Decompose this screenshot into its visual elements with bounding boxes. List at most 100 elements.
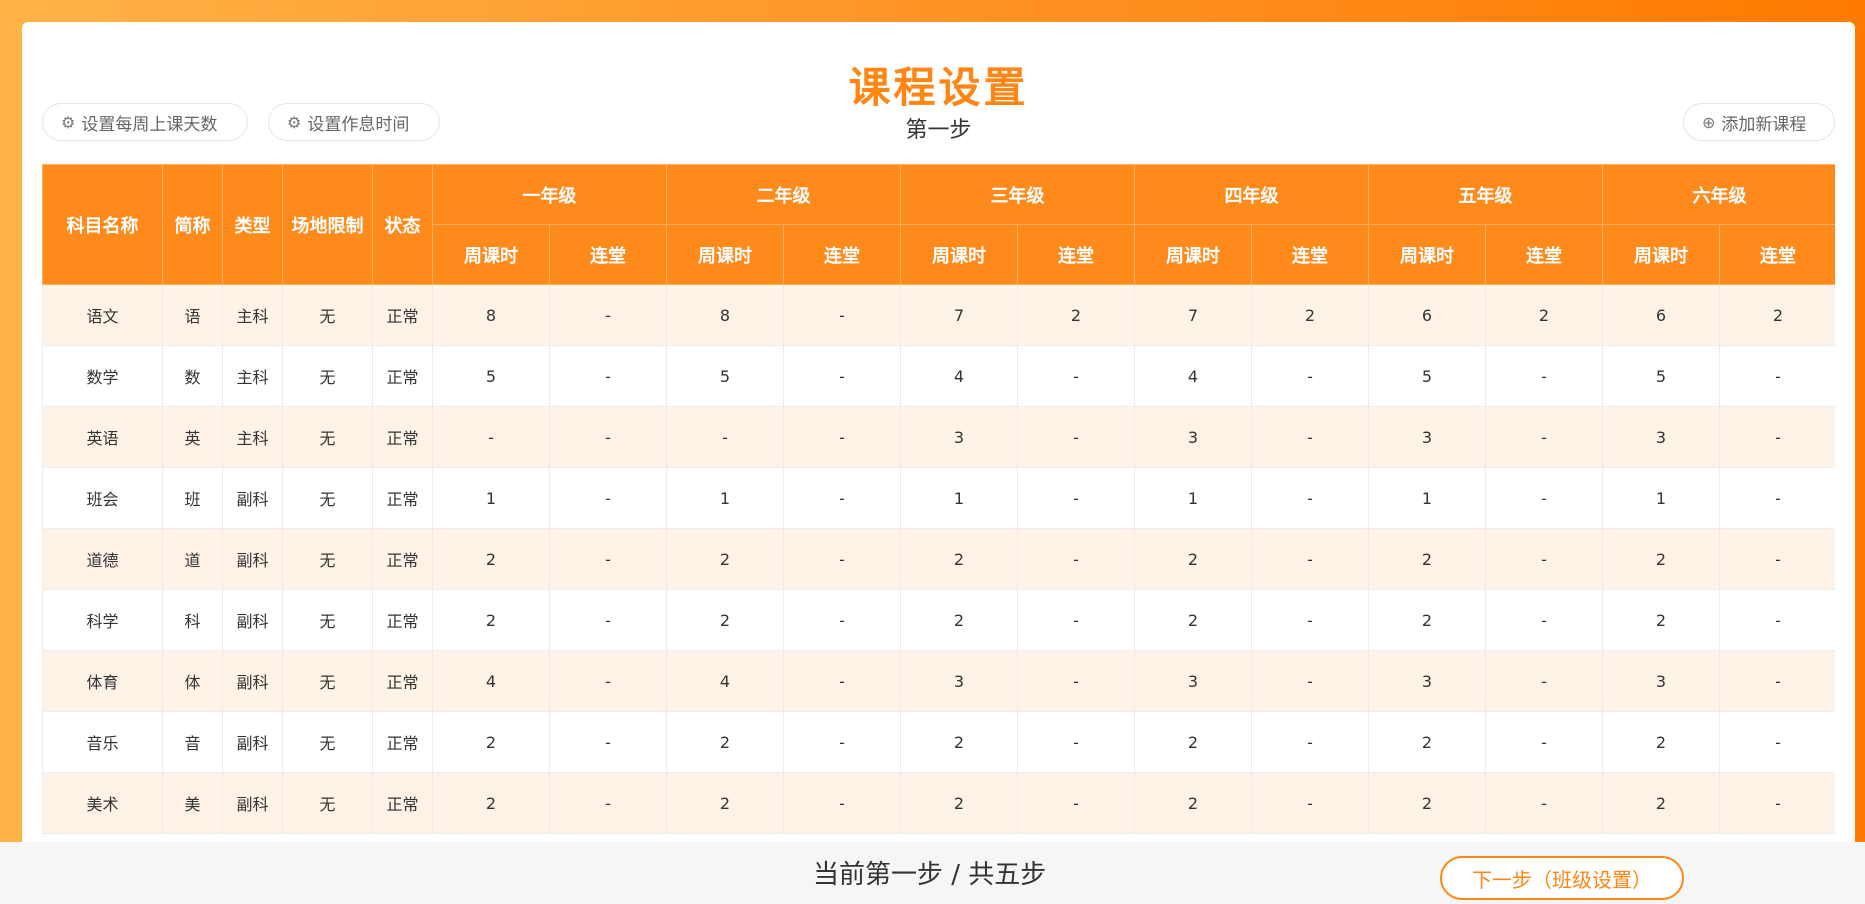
table-cell: 正常 [372, 589, 433, 651]
table-cell: 体育 [42, 650, 163, 712]
table-cell: - [1017, 772, 1135, 834]
table-cell: 6 [1602, 284, 1720, 346]
add-course-label: 添加新课程 [1721, 114, 1807, 135]
table-cell: 1 [1368, 467, 1486, 529]
table-cell: 正常 [372, 284, 433, 346]
table-cell: 主科 [222, 345, 283, 407]
table-cell: 美 [162, 772, 223, 834]
table-row[interactable]: 数学数主科无正常 5-5-4-4-5-5- [42, 345, 1835, 407]
table-cell: - [1251, 711, 1369, 773]
table-cell: - [1485, 772, 1603, 834]
table-cell: - [783, 345, 901, 407]
table-cell: 1 [666, 467, 784, 529]
grade-header: 五年级 [1368, 164, 1603, 225]
table-cell: 1 [1134, 467, 1252, 529]
table-cell: - [1485, 711, 1603, 773]
consecutive-header: 连堂 [1251, 224, 1369, 285]
gear-icon: ⚙ [287, 112, 302, 132]
table-row[interactable]: 道德道副科无正常 2-2-2-2-2-2- [42, 528, 1835, 590]
table-cell: 5 [1368, 345, 1486, 407]
weekly-hours-header: 周课时 [1368, 224, 1486, 285]
consecutive-header: 连堂 [783, 224, 901, 285]
table-cell: - [1017, 650, 1135, 712]
table-cell: - [1719, 711, 1835, 773]
consecutive-header: 连堂 [549, 224, 667, 285]
step-indicator: 当前第一步 / 共五步 [813, 860, 1047, 890]
weekly-hours-header: 周课时 [900, 224, 1018, 285]
table-cell: 4 [1134, 345, 1252, 407]
table-cell: - [666, 406, 784, 468]
table-cell: - [1719, 772, 1835, 834]
col-header-type: 类型 [222, 164, 283, 285]
table-cell: 道 [162, 528, 223, 590]
table-cell: 道德 [42, 528, 163, 590]
table-cell: - [1485, 345, 1603, 407]
table-cell: - [783, 650, 901, 712]
table-row[interactable]: 体育体副科无正常 4-4-3-3-3-3- [42, 650, 1835, 712]
table-cell: 3 [900, 406, 1018, 468]
table-cell: 副科 [222, 772, 283, 834]
table-cell: - [1719, 528, 1835, 590]
table-cell: - [783, 711, 901, 773]
table-cell: - [549, 650, 667, 712]
table-cell: - [783, 467, 901, 529]
table-cell: 无 [282, 467, 373, 529]
table-cell: - [783, 284, 901, 346]
table-cell: 1 [900, 467, 1018, 529]
table-cell: - [1251, 589, 1369, 651]
table-row[interactable]: 英语英主科无正常 - - - -3-3-3-3- [42, 406, 1835, 468]
table-cell: - [1251, 345, 1369, 407]
table-cell: - [1719, 467, 1835, 529]
set-weekly-days-label: 设置每周上课天数 [81, 114, 218, 135]
table-row[interactable]: 语文语主科无正常 8-8-7 2 7 2 6 2 6 2 [42, 284, 1835, 346]
table-row[interactable]: 音乐音副科无正常 2-2-2-2-2-2- [42, 711, 1835, 773]
table-cell: 7 [900, 284, 1018, 346]
table-cell: 体 [162, 650, 223, 712]
table-cell: - [1017, 345, 1135, 407]
table-cell: 音 [162, 711, 223, 773]
table-cell: 2 [1134, 528, 1252, 590]
table-cell: 音乐 [42, 711, 163, 773]
table-cell: 2 [1602, 772, 1720, 834]
table-cell: 2 [1134, 589, 1252, 651]
table-cell: 5 [432, 345, 550, 407]
table-cell: - [1485, 528, 1603, 590]
set-schedule-button[interactable]: ⚙ 设置作息时间 [268, 103, 440, 141]
table-cell: - [1251, 772, 1369, 834]
table-cell: 2 [1368, 528, 1486, 590]
table-cell: - [783, 406, 901, 468]
table-cell: 正常 [372, 528, 433, 590]
table-row[interactable]: 科学科副科无正常 2-2-2-2-2-2- [42, 589, 1835, 651]
table-cell: 无 [282, 406, 373, 468]
col-header-name: 科目名称 [42, 164, 163, 285]
table-cell: - [1485, 650, 1603, 712]
add-course-button[interactable]: ⊕ 添加新课程 [1683, 103, 1835, 141]
table-cell: 7 [1134, 284, 1252, 346]
next-step-button[interactable]: 下一步（班级设置） [1440, 856, 1684, 900]
table-cell: - [549, 467, 667, 529]
table-cell: - [549, 711, 667, 773]
table-cell: - [1251, 650, 1369, 712]
table-cell: 无 [282, 711, 373, 773]
table-cell: - [783, 772, 901, 834]
table-cell: 3 [1134, 650, 1252, 712]
grade-header: 六年级 [1602, 164, 1835, 225]
table-row[interactable]: 班会班副科无正常 1-1-1-1-1-1- [42, 467, 1835, 529]
table-cell: 正常 [372, 406, 433, 468]
set-weekly-days-button[interactable]: ⚙ 设置每周上课天数 [42, 103, 248, 141]
table-cell: 副科 [222, 711, 283, 773]
table-cell: 副科 [222, 589, 283, 651]
footer-bar: 当前第一步 / 共五步 下一步（班级设置） [0, 842, 1865, 904]
table-cell: - [1719, 650, 1835, 712]
table-cell: - [1719, 406, 1835, 468]
table-cell: 2 [1017, 284, 1135, 346]
table-row[interactable]: 美术美副科无正常 2-2-2-2-2-2- [42, 772, 1835, 834]
table-cell: 正常 [372, 711, 433, 773]
table-cell: 正常 [372, 345, 433, 407]
table-cell: 2 [1134, 772, 1252, 834]
course-table-body: 语文语主科无正常 8-8-7 2 7 2 6 2 6 2 数学数主科无正常 5-5-4-4-5-5-… [42, 284, 1835, 834]
table-cell: 2 [666, 772, 784, 834]
table-cell: 2 [900, 589, 1018, 651]
table-cell: 班 [162, 467, 223, 529]
weekly-hours-header: 周课时 [432, 224, 550, 285]
